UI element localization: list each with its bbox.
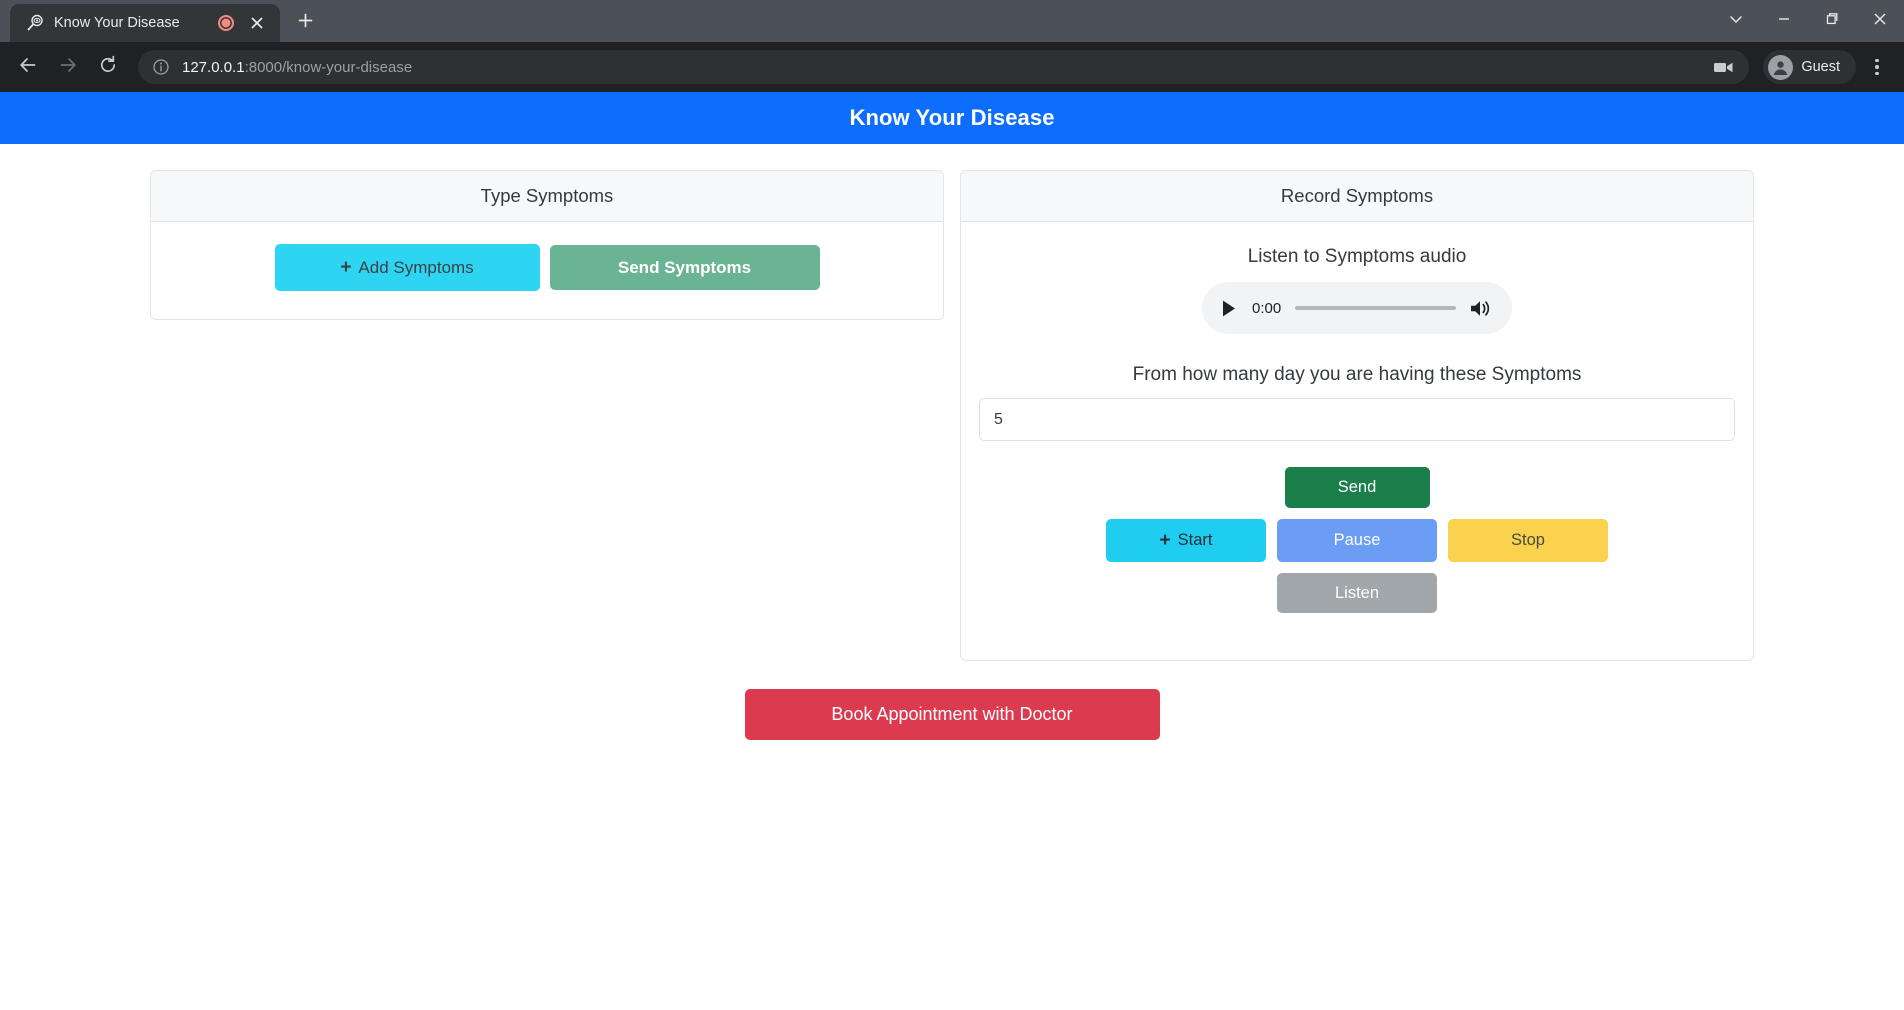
chevron-down-icon [1729,12,1743,31]
send-row: Send [979,467,1735,508]
days-field-label: From how many day you are having these S… [1132,364,1582,385]
send-symptoms-button[interactable]: Send Symptoms [549,245,820,290]
magnifier-eye-icon [26,14,44,32]
info-circle-icon[interactable] [152,58,170,76]
footer-row: Book Appointment with Doctor [0,661,1904,740]
url-text: 127.0.0.1:8000/know-your-disease [182,59,1701,76]
cards-row: Type Symptoms + Add Symptoms Send Sympto… [0,144,1904,661]
audio-player[interactable]: 0:00 [1202,282,1512,334]
url-host: 127.0.0.1 [182,58,245,76]
tab-search-button[interactable] [1712,0,1760,42]
browser-tab[interactable]: Know Your Disease [10,4,280,42]
page-content: Know Your Disease Type Symptoms + Add Sy… [0,92,1904,1010]
book-appointment-button[interactable]: Book Appointment with Doctor [744,689,1160,740]
send-button[interactable]: Send [1284,467,1430,508]
recorder-controls: Send + Start Pause Stop Listen [979,467,1735,613]
type-symptoms-body: + Add Symptoms Send Symptoms [151,222,943,319]
browser-chrome: Know Your Disease 127.0.0.1:8000/know-yo… [0,0,1904,92]
type-symptoms-card: Type Symptoms + Add Symptoms Send Sympto… [150,170,944,320]
add-symptoms-label: Add Symptoms [358,258,474,277]
recording-dot-icon [218,15,234,31]
address-bar[interactable]: 127.0.0.1:8000/know-your-disease [138,50,1750,84]
start-label: Start [1177,530,1213,549]
video-camera-icon[interactable] [1713,59,1735,75]
transport-row: + Start Pause Stop [979,518,1735,562]
type-symptoms-header: Type Symptoms [151,171,943,222]
reload-icon [98,55,118,80]
audio-section-label: Listen to Symptoms audio [1247,246,1467,267]
plus-icon: + [340,257,352,278]
days-input[interactable] [979,398,1735,441]
profile-button[interactable]: Guest [1763,50,1856,84]
listen-button[interactable]: Listen [1277,572,1437,613]
forward-button[interactable] [50,49,86,85]
plus-icon: + [1159,529,1171,551]
play-icon[interactable] [1222,299,1238,317]
record-symptoms-header: Record Symptoms [961,171,1753,222]
three-dots-menu-icon[interactable] [1860,49,1894,85]
profile-name: Guest [1801,59,1840,75]
audio-progress-track[interactable] [1295,306,1456,310]
plus-icon [298,13,313,33]
stop-button[interactable]: Stop [1448,518,1608,562]
close-icon [1873,12,1887,31]
new-tab-button[interactable] [288,6,322,40]
listen-row: Listen [979,572,1735,613]
volume-icon[interactable] [1470,299,1492,318]
record-symptoms-body: Listen to Symptoms audio 0:00 From how m… [961,222,1753,660]
record-symptoms-card: Record Symptoms Listen to Symptoms audio… [960,170,1754,661]
audio-current-time: 0:00 [1252,299,1282,317]
minimize-button[interactable] [1760,0,1808,42]
maximize-button[interactable] [1808,0,1856,42]
maximize-icon [1825,12,1839,31]
app-banner: Know Your Disease [0,92,1904,144]
arrow-right-icon [58,55,78,80]
add-symptoms-button[interactable]: + Add Symptoms [274,244,540,291]
tab-title: Know Your Disease [54,15,180,31]
arrow-left-icon [18,55,38,80]
window-controls [1712,0,1904,42]
browser-toolbar: 127.0.0.1:8000/know-your-disease Guest [0,42,1904,92]
reload-button[interactable] [90,49,126,85]
window-close-button[interactable] [1856,0,1904,42]
audio-wrap: 0:00 [979,282,1735,334]
tab-strip: Know Your Disease [0,0,1904,42]
minimize-icon [1777,12,1791,31]
close-icon[interactable] [244,10,270,36]
page-title: Know Your Disease [849,105,1055,130]
pause-button[interactable]: Pause [1277,518,1437,562]
user-avatar-icon [1768,54,1794,80]
url-path: :8000/know-your-disease [244,58,413,76]
back-button[interactable] [10,49,46,85]
start-button[interactable]: + Start [1106,518,1266,562]
